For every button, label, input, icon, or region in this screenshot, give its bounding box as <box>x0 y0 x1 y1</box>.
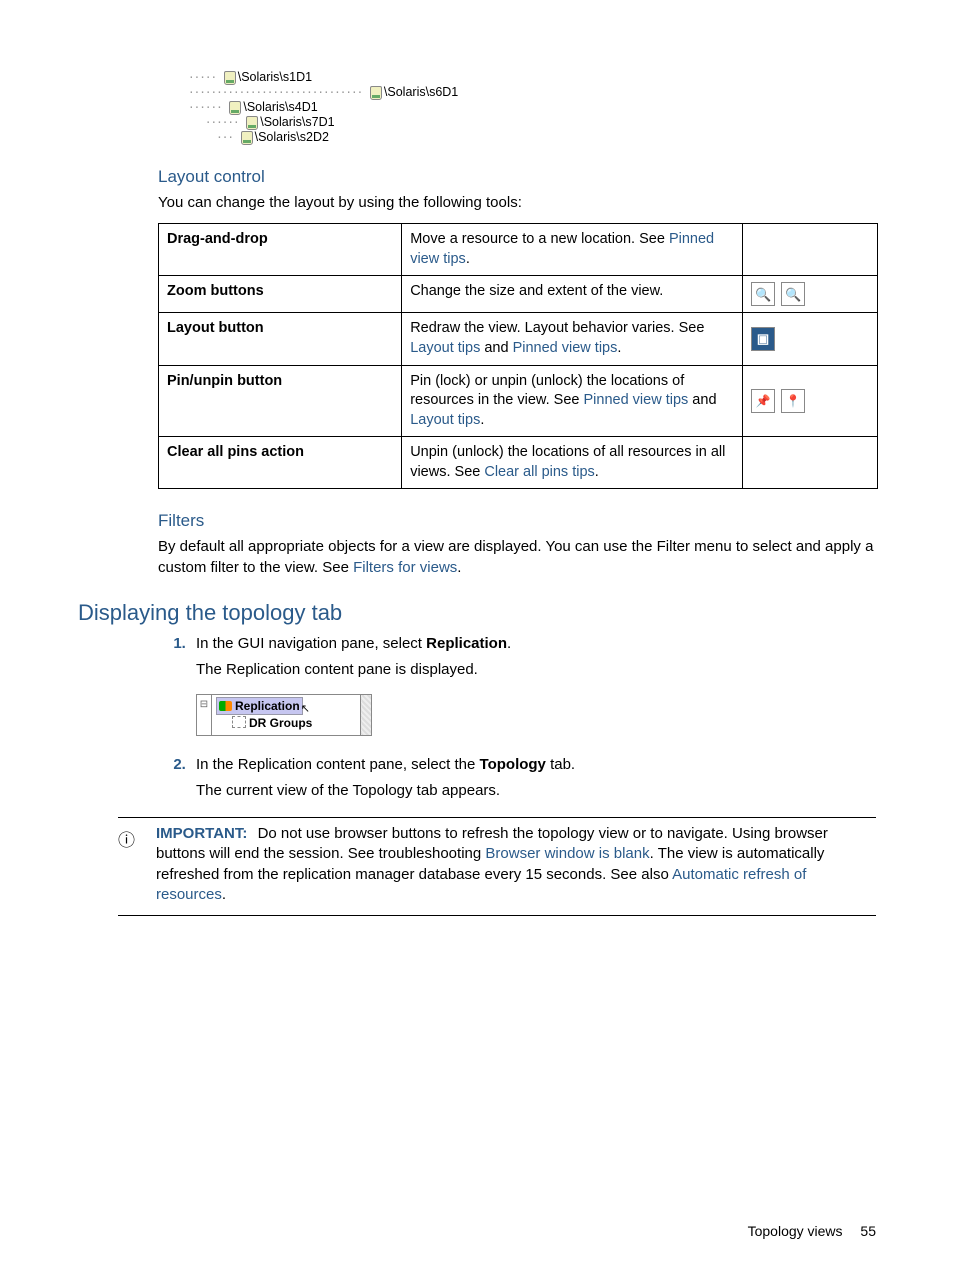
tool-icons-cell: ▣ <box>743 313 878 365</box>
scrollbar <box>361 695 372 736</box>
table-row: Drag-and-drop Move a resource to a new l… <box>159 224 878 276</box>
tree-handle-icon: ⊟ <box>197 695 212 736</box>
table-row: Clear all pins action Unpin (unlock) the… <box>159 437 878 489</box>
tool-icons-cell <box>743 437 878 489</box>
important-note: ⓘ IMPORTANT: Do not use browser buttons … <box>118 817 876 916</box>
layout-control-intro: You can change the layout by using the f… <box>158 193 876 213</box>
tool-desc: Change the size and extent of the view. <box>402 276 743 313</box>
page-footer: Topology views 55 <box>748 1223 876 1239</box>
tree-view-figure: ····· \Solaris\s1D1 ····················… <box>188 70 876 145</box>
step-1: In the GUI navigation pane, select Repli… <box>190 634 876 749</box>
step-1-result: The Replication content pane is displaye… <box>196 660 876 680</box>
dr-groups-icon <box>232 716 246 728</box>
filters-heading: Filters <box>158 511 876 531</box>
tool-desc: Unpin (unlock) the locations of all reso… <box>402 437 743 489</box>
table-row: Pin/unpin button Pin (lock) or unpin (un… <box>159 365 878 437</box>
pinned-view-tips-link[interactable]: Pinned view tips <box>584 392 689 408</box>
tool-name: Clear all pins action <box>159 437 402 489</box>
pin-icon: 📌 <box>751 389 775 413</box>
tree-node-label: \Solaris\s4D1 <box>243 100 317 115</box>
important-label: IMPORTANT: <box>156 825 247 842</box>
browser-window-blank-link[interactable]: Browser window is blank <box>485 845 649 862</box>
layout-tips-link[interactable]: Layout tips <box>410 340 480 356</box>
cursor-icon: ↖ <box>301 701 310 717</box>
replication-icon <box>219 701 232 711</box>
table-row: Zoom buttons Change the size and extent … <box>159 276 878 313</box>
tool-name: Zoom buttons <box>159 276 402 313</box>
nav-pane-figure: ⊟ Replication↖ DR Groups ▬▬▬ <box>196 694 372 736</box>
disk-icon <box>241 131 253 145</box>
tool-desc: Pin (lock) or unpin (unlock) the locatio… <box>402 365 743 437</box>
tree-node-label: \Solaris\s6D1 <box>384 85 458 100</box>
layout-control-heading: Layout control <box>158 167 876 187</box>
tool-icons-cell: 📌📍 <box>743 365 878 437</box>
table-row: Layout button Redraw the view. Layout be… <box>159 313 878 365</box>
disk-icon <box>224 71 236 85</box>
layout-tips-link[interactable]: Layout tips <box>410 412 480 428</box>
tool-name: Drag-and-drop <box>159 224 402 276</box>
tree-node-label: \Solaris\s7D1 <box>260 115 334 130</box>
zoom-out-icon: 🔍 <box>781 282 805 306</box>
clear-all-pins-tips-link[interactable]: Clear all pins tips <box>484 464 594 480</box>
nav-item-replication: Replication <box>235 699 300 713</box>
filters-text: By default all appropriate objects for a… <box>158 537 876 578</box>
layout-icon: ▣ <box>751 327 775 351</box>
layout-tools-table: Drag-and-drop Move a resource to a new l… <box>158 223 878 489</box>
page-number: 55 <box>860 1223 876 1239</box>
important-icon: ⓘ <box>118 824 156 905</box>
tree-node-label: \Solaris\s1D1 <box>238 70 312 85</box>
step-2-result: The current view of the Topology tab app… <box>196 781 876 801</box>
tool-icons-cell: 🔍🔍 <box>743 276 878 313</box>
steps-list: In the GUI navigation pane, select Repli… <box>158 634 876 801</box>
tool-name: Pin/unpin button <box>159 365 402 437</box>
disk-icon <box>246 116 258 130</box>
tree-node-label: \Solaris\s2D2 <box>255 130 329 145</box>
displaying-topology-heading: Displaying the topology tab <box>78 600 876 626</box>
footer-title: Topology views <box>748 1223 843 1239</box>
filters-for-views-link[interactable]: Filters for views <box>353 559 457 576</box>
pinned-view-tips-link[interactable]: Pinned view tips <box>513 340 618 356</box>
tool-desc: Redraw the view. Layout behavior varies.… <box>402 313 743 365</box>
unpin-icon: 📍 <box>781 389 805 413</box>
zoom-in-icon: 🔍 <box>751 282 775 306</box>
disk-icon <box>370 86 382 100</box>
tool-icons-cell <box>743 224 878 276</box>
nav-item-dr-groups: DR Groups <box>249 716 312 730</box>
step-2: In the Replication content pane, select … <box>190 755 876 802</box>
disk-icon <box>229 101 241 115</box>
tool-desc: Move a resource to a new location. See P… <box>402 224 743 276</box>
tool-name: Layout button <box>159 313 402 365</box>
